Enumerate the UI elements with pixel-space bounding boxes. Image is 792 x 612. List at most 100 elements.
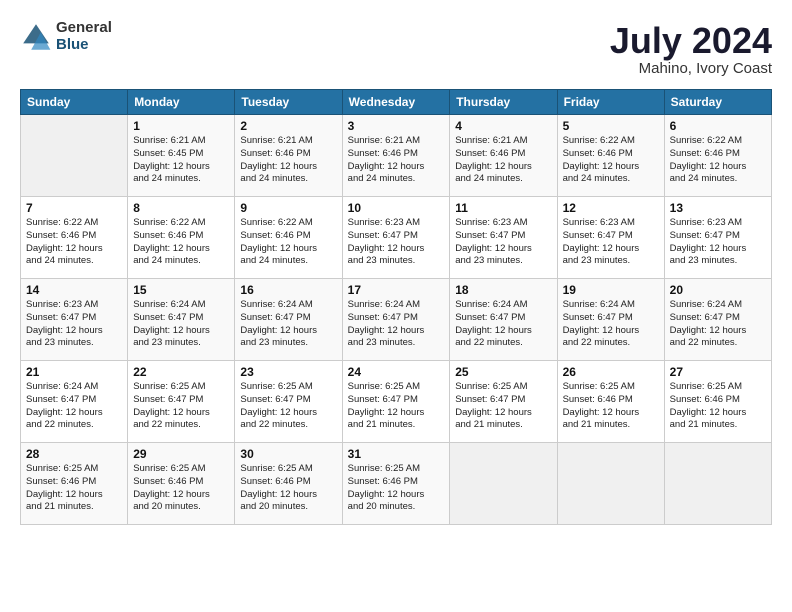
calendar-cell: 22 Sunrise: 6:25 AM Sunset: 6:47 PM Dayli… [128,361,235,443]
calendar-cell [664,443,771,525]
day-number: 29 [133,447,229,461]
calendar-cell: 8 Sunrise: 6:22 AM Sunset: 6:46 PM Daylig… [128,197,235,279]
calendar-week-row: 7 Sunrise: 6:22 AM Sunset: 6:46 PM Daylig… [21,197,772,279]
calendar-cell: 9 Sunrise: 6:22 AM Sunset: 6:46 PM Daylig… [235,197,342,279]
calendar-cell: 13Sunrise: 6:23 AM Sunset: 6:47 PM Dayli… [664,197,771,279]
calendar-week-row: 1Sunrise: 6:21 AM Sunset: 6:45 PM Daylig… [21,115,772,197]
day-number: 14 [26,283,122,297]
cell-info: Sunrise: 6:24 AM Sunset: 6:47 PM Dayligh… [348,299,445,350]
page: General Blue July 2024 Mahino, Ivory Coa… [0,0,792,612]
cell-info: Sunrise: 6:22 AM Sunset: 6:46 PM Dayligh… [240,217,336,268]
day-number: 25 [455,365,551,379]
calendar-cell: 28 Sunrise: 6:25 AM Sunset: 6:46 PM Dayli… [21,443,128,525]
day-number: 27 [670,365,766,379]
calendar-week-row: 14 Sunrise: 6:23 AM Sunset: 6:47 PM Dayli… [21,279,772,361]
cell-info: Sunrise: 6:23 AM Sunset: 6:47 PM Dayligh… [26,299,122,350]
cell-info: Sunrise: 6:23 AM Sunset: 6:47 PM Dayligh… [563,217,659,268]
calendar-cell: 18 Sunrise: 6:24 AM Sunset: 6:47 PM Dayli… [450,279,557,361]
cell-info: Sunrise: 6:24 AM Sunset: 6:47 PM Dayligh… [670,299,766,350]
day-number: 9 [240,201,336,215]
day-number: 15 [133,283,229,297]
cell-info: Sunrise: 6:25 AM Sunset: 6:46 PM Dayligh… [26,463,122,514]
calendar-cell: 27 Sunrise: 6:25 AM Sunset: 6:46 PM Dayli… [664,361,771,443]
calendar-week-row: 28 Sunrise: 6:25 AM Sunset: 6:46 PM Dayli… [21,443,772,525]
calendar-header-cell: Friday [557,90,664,115]
day-number: 28 [26,447,122,461]
day-number: 6 [670,119,766,133]
calendar-cell: 16Sunrise: 6:24 AM Sunset: 6:47 PM Dayli… [235,279,342,361]
logo-icon [20,21,52,53]
calendar-cell: 2Sunrise: 6:21 AM Sunset: 6:46 PM Daylig… [235,115,342,197]
day-number: 30 [240,447,336,461]
cell-info: Sunrise: 6:21 AM Sunset: 6:46 PM Dayligh… [455,135,551,186]
cell-info: Sunrise: 6:24 AM Sunset: 6:47 PM Dayligh… [26,381,122,432]
day-number: 10 [348,201,445,215]
cell-info: Sunrise: 6:24 AM Sunset: 6:47 PM Dayligh… [563,299,659,350]
day-number: 11 [455,201,551,215]
day-number: 18 [455,283,551,297]
cell-info: Sunrise: 6:22 AM Sunset: 6:46 PM Dayligh… [133,217,229,268]
cell-info: Sunrise: 6:23 AM Sunset: 6:47 PM Dayligh… [455,217,551,268]
calendar-cell: 30 Sunrise: 6:25 AM Sunset: 6:46 PM Dayli… [235,443,342,525]
calendar-cell: 31 Sunrise: 6:25 AM Sunset: 6:46 PM Dayli… [342,443,450,525]
calendar-header-cell: Tuesday [235,90,342,115]
cell-info: Sunrise: 6:21 AM Sunset: 6:46 PM Dayligh… [240,135,336,186]
calendar-cell: 1Sunrise: 6:21 AM Sunset: 6:45 PM Daylig… [128,115,235,197]
calendar-cell: 19 Sunrise: 6:24 AM Sunset: 6:47 PM Dayli… [557,279,664,361]
calendar-cell: 3 Sunrise: 6:21 AM Sunset: 6:46 PM Daylig… [342,115,450,197]
cell-info: Sunrise: 6:22 AM Sunset: 6:46 PM Dayligh… [563,135,659,186]
calendar-cell: 14 Sunrise: 6:23 AM Sunset: 6:47 PM Dayli… [21,279,128,361]
logo-text: General Blue [56,20,112,53]
cell-info: Sunrise: 6:21 AM Sunset: 6:46 PM Dayligh… [348,135,445,186]
day-number: 21 [26,365,122,379]
calendar-cell: 29 Sunrise: 6:25 AM Sunset: 6:46 PM Dayli… [128,443,235,525]
calendar-table: SundayMondayTuesdayWednesdayThursdayFrid… [20,89,772,525]
cell-info: Sunrise: 6:25 AM Sunset: 6:46 PM Dayligh… [670,381,766,432]
calendar-cell: 5Sunrise: 6:22 AM Sunset: 6:46 PM Daylig… [557,115,664,197]
cell-info: Sunrise: 6:25 AM Sunset: 6:47 PM Dayligh… [348,381,445,432]
location: Mahino, Ivory Coast [610,60,772,77]
calendar-body: 1Sunrise: 6:21 AM Sunset: 6:45 PM Daylig… [21,115,772,525]
calendar-cell: 17 Sunrise: 6:24 AM Sunset: 6:47 PM Dayli… [342,279,450,361]
cell-info: Sunrise: 6:25 AM Sunset: 6:47 PM Dayligh… [240,381,336,432]
cell-info: Sunrise: 6:25 AM Sunset: 6:47 PM Dayligh… [133,381,229,432]
day-number: 16 [240,283,336,297]
calendar-header-cell: Thursday [450,90,557,115]
day-number: 26 [563,365,659,379]
day-number: 31 [348,447,445,461]
day-number: 19 [563,283,659,297]
calendar-cell: 26Sunrise: 6:25 AM Sunset: 6:46 PM Dayli… [557,361,664,443]
calendar-cell: 21 Sunrise: 6:24 AM Sunset: 6:47 PM Dayli… [21,361,128,443]
calendar-cell: 23 Sunrise: 6:25 AM Sunset: 6:47 PM Dayli… [235,361,342,443]
cell-info: Sunrise: 6:24 AM Sunset: 6:47 PM Dayligh… [133,299,229,350]
day-number: 24 [348,365,445,379]
cell-info: Sunrise: 6:23 AM Sunset: 6:47 PM Dayligh… [348,217,445,268]
cell-info: Sunrise: 6:25 AM Sunset: 6:46 PM Dayligh… [348,463,445,514]
day-number: 1 [133,119,229,133]
calendar-cell: 24 Sunrise: 6:25 AM Sunset: 6:47 PM Dayli… [342,361,450,443]
day-number: 22 [133,365,229,379]
day-number: 8 [133,201,229,215]
cell-info: Sunrise: 6:24 AM Sunset: 6:47 PM Dayligh… [455,299,551,350]
cell-info: Sunrise: 6:23 AM Sunset: 6:47 PM Dayligh… [670,217,766,268]
day-number: 17 [348,283,445,297]
calendar-cell [450,443,557,525]
cell-info: Sunrise: 6:22 AM Sunset: 6:46 PM Dayligh… [670,135,766,186]
day-number: 7 [26,201,122,215]
logo-general-text: General [56,20,112,37]
cell-info: Sunrise: 6:22 AM Sunset: 6:46 PM Dayligh… [26,217,122,268]
title-block: July 2024 Mahino, Ivory Coast [610,20,772,77]
calendar-cell: 25Sunrise: 6:25 AM Sunset: 6:47 PM Dayli… [450,361,557,443]
calendar-cell: 11 Sunrise: 6:23 AM Sunset: 6:47 PM Dayli… [450,197,557,279]
logo: General Blue [20,20,112,53]
cell-info: Sunrise: 6:25 AM Sunset: 6:46 PM Dayligh… [240,463,336,514]
month-year: July 2024 [610,20,772,62]
calendar-cell [21,115,128,197]
day-number: 23 [240,365,336,379]
calendar-cell: 4Sunrise: 6:21 AM Sunset: 6:46 PM Daylig… [450,115,557,197]
day-number: 3 [348,119,445,133]
calendar-cell: 20Sunrise: 6:24 AM Sunset: 6:47 PM Dayli… [664,279,771,361]
calendar-header-row: SundayMondayTuesdayWednesdayThursdayFrid… [21,90,772,115]
cell-info: Sunrise: 6:25 AM Sunset: 6:46 PM Dayligh… [133,463,229,514]
calendar-cell: 6 Sunrise: 6:22 AM Sunset: 6:46 PM Daylig… [664,115,771,197]
